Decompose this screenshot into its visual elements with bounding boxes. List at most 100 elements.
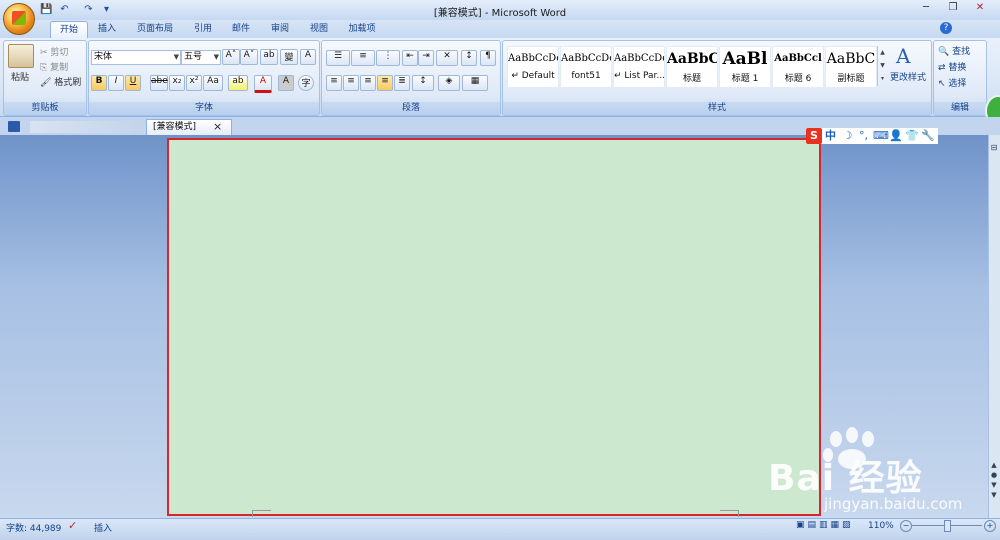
shrink-font-button[interactable]: A˅ — [240, 49, 258, 65]
tab-addins[interactable]: 加载项 — [342, 21, 382, 38]
numbering-icon[interactable]: ≡ — [351, 50, 375, 66]
italic-button[interactable]: I — [108, 75, 124, 91]
copy-button[interactable]: ⎘ 复制 — [40, 60, 68, 73]
find-button[interactable]: 🔍 查找 — [938, 44, 970, 57]
zoom-in-icon[interactable]: + — [984, 520, 996, 532]
tab-page-layout[interactable]: 页面布局 — [132, 21, 178, 38]
cut-label: 剪切 — [50, 48, 69, 58]
tools-icon[interactable]: 🔧 — [921, 129, 935, 143]
enclose-characters-button[interactable]: 字 — [298, 75, 314, 91]
styles-scroll[interactable]: ▲ ▼ ▾ — [877, 46, 887, 86]
strikethrough-button[interactable]: abe — [150, 75, 168, 91]
paste-icon[interactable] — [8, 44, 34, 68]
help-icon[interactable]: ? — [940, 22, 952, 34]
style-font51[interactable]: AaBbCcDc font51 — [560, 46, 612, 88]
user-icon[interactable]: 👤 — [889, 129, 903, 143]
office-button[interactable] — [3, 3, 35, 35]
distribute-icon[interactable]: ≣ — [394, 75, 410, 91]
tab-home[interactable]: 开始 — [50, 21, 88, 39]
change-styles-icon[interactable]: A — [896, 44, 918, 68]
style-heading6[interactable]: AaBbCcl 标题 6 — [772, 46, 824, 88]
tab-view[interactable]: 视图 — [304, 21, 334, 38]
change-styles-button[interactable]: 更改样式 — [890, 70, 926, 83]
copy-label: 复制 — [50, 63, 69, 73]
justify-icon[interactable]: ≡ — [377, 75, 393, 91]
close-window-icon[interactable]: ✕ — [970, 1, 990, 15]
grow-font-button[interactable]: A˄ — [222, 49, 240, 65]
style-preview: AaBbC — [826, 51, 876, 67]
select-button[interactable]: ↖ 选择 — [938, 76, 966, 89]
decrease-indent-icon[interactable]: ⇤ — [402, 50, 418, 66]
tab-insert[interactable]: 插入 — [92, 21, 122, 38]
tab-mailings[interactable]: 邮件 — [226, 21, 256, 38]
tab-references[interactable]: 引用 — [188, 21, 218, 38]
proofing-icon[interactable]: ✓ — [68, 519, 77, 532]
style-preview: AaBbCcDc — [508, 53, 558, 64]
highlight-color-button[interactable]: ab — [228, 75, 248, 91]
keyboard-icon[interactable]: ⌨ — [873, 129, 889, 143]
font-size-select[interactable]: 五号 ▼ — [181, 50, 221, 65]
insert-mode[interactable]: 插入 — [94, 521, 112, 534]
style-preview: AaBbC — [667, 51, 717, 67]
character-border-button[interactable]: A — [300, 49, 316, 65]
font-name-select[interactable]: 宋体 ▼ — [91, 50, 181, 65]
align-right-icon[interactable]: ≡ — [360, 75, 376, 91]
editing-group-label: 编辑 — [934, 102, 986, 115]
zoom-slider-thumb[interactable] — [944, 520, 951, 532]
document-page[interactable] — [167, 138, 821, 516]
replace-button[interactable]: ⇄ 替换 — [938, 60, 966, 73]
zoom-out-icon[interactable]: − — [900, 520, 912, 532]
sort-icon[interactable]: ↕ — [461, 50, 477, 66]
cut-button[interactable]: ✂ 剪切 — [40, 45, 68, 58]
style-default[interactable]: AaBbCcDc ↵ Default — [507, 46, 559, 88]
sogou-logo-icon[interactable]: S — [806, 128, 822, 144]
borders-icon[interactable]: ▦ — [462, 75, 488, 91]
skin-icon[interactable]: 👕 — [905, 129, 919, 143]
style-preview: AaBl — [722, 49, 768, 69]
align-center-icon[interactable]: ≡ — [343, 75, 359, 91]
ruler-toggle-icon[interactable]: ⊟ — [989, 143, 999, 153]
punctuation-icon[interactable]: °, — [857, 129, 870, 143]
style-heading1[interactable]: AaBl 标题 1 — [719, 46, 771, 88]
page-nav-icon[interactable]: ▲ ● ▼ ▼ — [989, 460, 999, 500]
format-painter-label: 格式刷 — [54, 78, 82, 88]
subscript-button[interactable]: x₂ — [169, 75, 185, 91]
align-left-icon[interactable]: ≡ — [326, 75, 342, 91]
style-name: ↵ Default — [511, 71, 555, 81]
superscript-button[interactable]: x² — [186, 75, 202, 91]
show-marks-icon[interactable]: ¶ — [480, 50, 496, 66]
paste-button[interactable]: 粘贴 — [11, 70, 29, 83]
moon-icon[interactable]: ☽ — [841, 129, 854, 143]
character-shading-button[interactable]: A — [278, 75, 294, 91]
view-buttons[interactable]: ▣▤▥▦▧ — [796, 520, 858, 532]
style-subtitle[interactable]: AaBbC 副标题 — [825, 46, 877, 88]
word-count[interactable]: 字数: 44,989 — [6, 521, 61, 534]
change-case-button[interactable]: Aa — [203, 75, 223, 91]
phonetic-guide-button[interactable]: 變 — [280, 49, 298, 65]
tab-review[interactable]: 审阅 — [265, 21, 295, 38]
close-tab-icon[interactable]: × — [213, 120, 222, 133]
shading-icon[interactable]: ◈ — [438, 75, 460, 91]
bold-button[interactable]: B — [91, 75, 107, 91]
asian-layout-icon[interactable]: ✕ — [436, 50, 458, 66]
style-list-paragraph[interactable]: AaBbCcDd ↵ List Par... — [613, 46, 665, 88]
chinese-mode-icon[interactable]: 中 — [824, 129, 837, 143]
select-label: 选择 — [948, 79, 967, 89]
clipboard-group-label: 剪贴板 — [4, 102, 86, 115]
line-spacing-icon[interactable]: ↕ — [412, 75, 434, 91]
style-preview: AaBbCcDd — [614, 53, 664, 64]
clear-format-button[interactable]: ab — [260, 49, 278, 65]
style-title[interactable]: AaBbC 标题 — [666, 46, 718, 88]
bullets-icon[interactable]: ☰ — [326, 50, 350, 66]
restore-icon[interactable]: ❐ — [943, 1, 963, 15]
minimize-icon[interactable]: ─ — [916, 1, 936, 15]
zoom-level[interactable]: 110% — [868, 521, 894, 531]
style-name: 标题 1 — [731, 74, 759, 84]
blurred-document-tab[interactable] — [30, 121, 140, 133]
multilevel-list-icon[interactable]: ⋮ — [376, 50, 400, 66]
increase-indent-icon[interactable]: ⇥ — [418, 50, 434, 66]
find-label: 查找 — [952, 47, 971, 57]
format-painter-button[interactable]: 🖌 格式刷 — [40, 75, 81, 88]
underline-button[interactable]: U — [125, 75, 141, 91]
font-color-button[interactable]: A — [254, 75, 272, 93]
